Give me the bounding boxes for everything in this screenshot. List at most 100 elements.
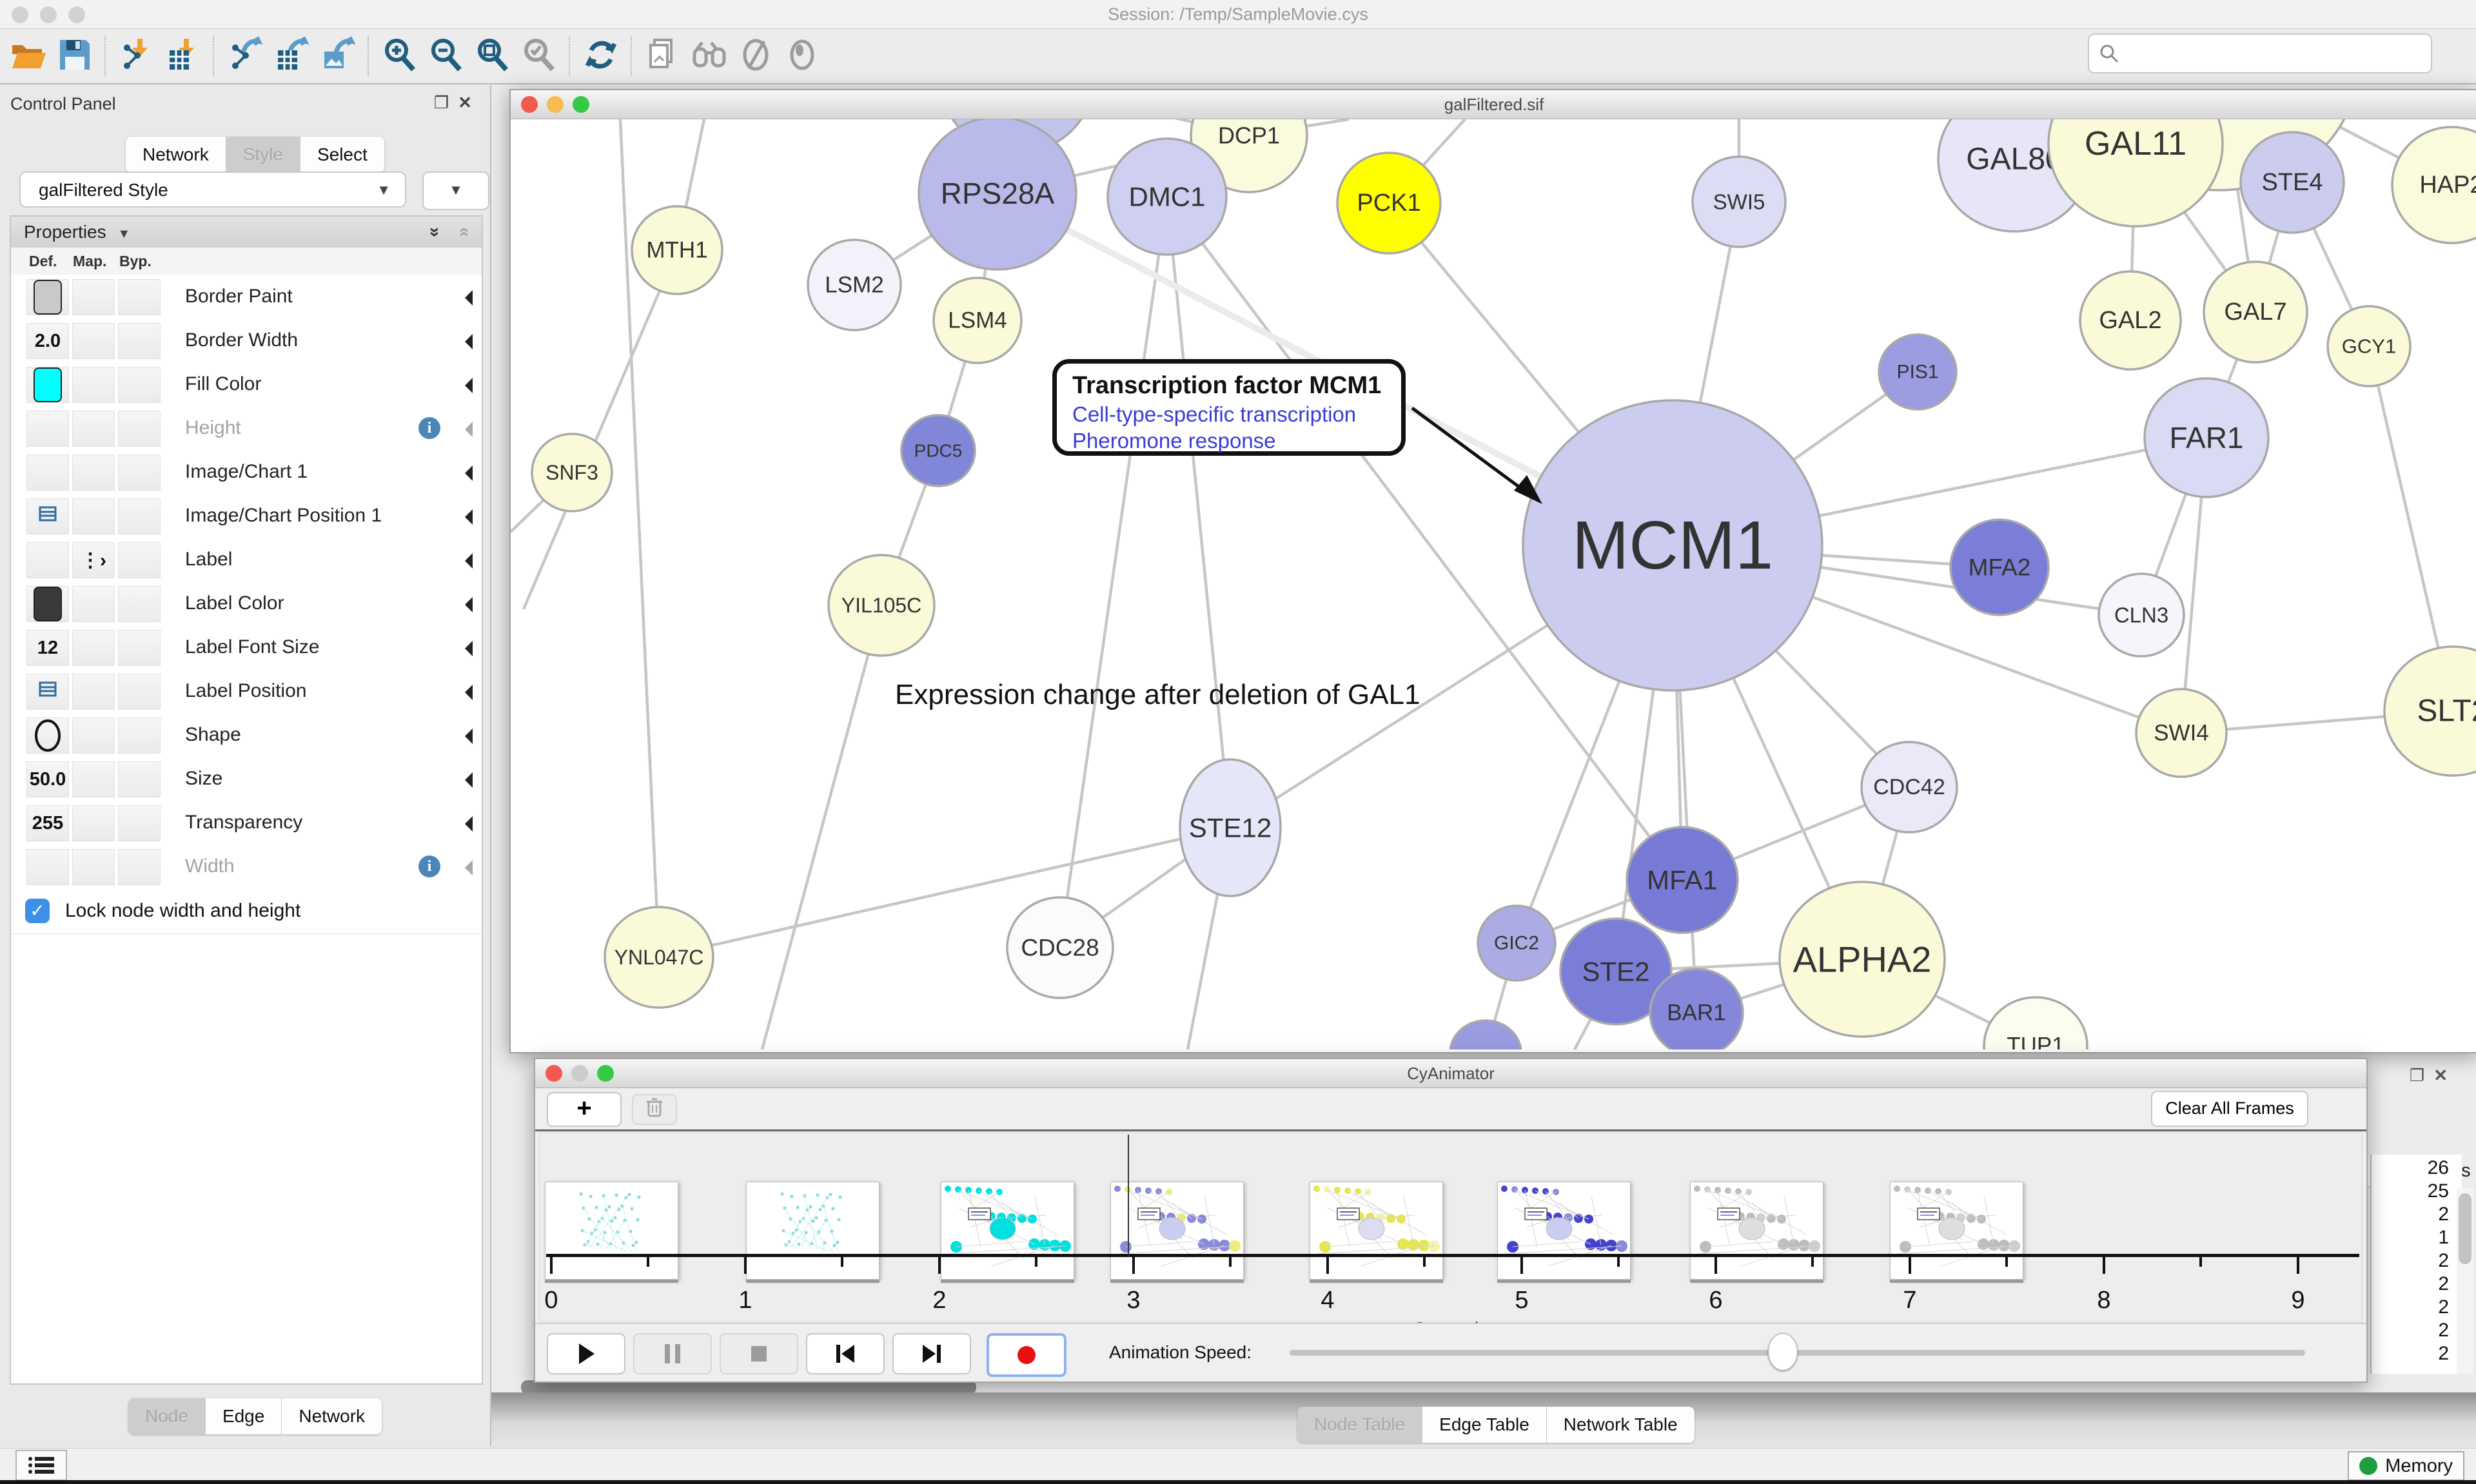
float-panel-icon[interactable]: ❐ (434, 93, 458, 112)
node-cln3[interactable]: CLN3 (2099, 574, 2184, 656)
expand-property-icon[interactable] (457, 597, 473, 612)
table-cell-ity[interactable]: 2 (2372, 1273, 2449, 1295)
close-panel-icon[interactable]: ✕ (458, 93, 481, 112)
property-row-size[interactable]: 50.0Size (11, 757, 482, 801)
property-row-image-chart-1[interactable]: Image/Chart 1 (11, 450, 482, 494)
search-network-button[interactable] (686, 33, 732, 79)
default-value-cell[interactable] (26, 718, 69, 754)
save-session-button[interactable] (52, 33, 98, 79)
node-lsm4[interactable]: LSM4 (934, 278, 1021, 363)
property-row-border-paint[interactable]: Border Paint (11, 275, 482, 319)
zoom-window-icon[interactable] (68, 6, 85, 23)
node-swi5[interactable]: SWI5 (1693, 157, 1785, 247)
delete-frame-button[interactable] (632, 1094, 677, 1125)
bypass-value-cell[interactable] (118, 630, 161, 666)
node-gic2[interactable]: GIC2 (1478, 906, 1555, 981)
node-pck1[interactable]: PCK1 (1337, 153, 1440, 253)
expand-property-icon[interactable] (457, 728, 473, 744)
frame-thumbnail-5[interactable] (1497, 1182, 1631, 1280)
annotation-link-2[interactable]: Pheromone response (1072, 427, 1401, 454)
show-all-button[interactable] (779, 33, 825, 79)
frame-thumbnail-1[interactable] (746, 1182, 879, 1280)
frame-thumbnail-2[interactable] (941, 1182, 1074, 1280)
expand-property-icon[interactable] (457, 685, 473, 700)
close-window-icon[interactable] (12, 6, 28, 23)
table-scrollbar-thumb[interactable] (2459, 1193, 2471, 1264)
default-value-cell[interactable]: 12 (26, 630, 69, 666)
property-row-label-font-size[interactable]: 12Label Font Size (11, 625, 482, 670)
bypass-value-cell[interactable] (118, 674, 161, 710)
expand-property-icon[interactable] (457, 465, 473, 481)
frame-thumbnail-0[interactable] (545, 1182, 678, 1280)
mapping-value-cell[interactable] (72, 279, 115, 315)
node-ynl047c[interactable]: YNL047C (605, 907, 713, 1008)
bypass-value-cell[interactable] (118, 279, 161, 315)
memory-button[interactable]: Memory (2348, 1451, 2464, 1481)
skip-to-start-button[interactable] (806, 1333, 885, 1374)
cyanimator-titlebar[interactable]: CyAnimator (535, 1059, 2366, 1088)
node-gal7[interactable]: GAL7 (2204, 262, 2307, 362)
mapping-value-cell[interactable] (72, 630, 115, 666)
expand-property-icon[interactable] (457, 334, 473, 349)
minimize-cyanimator-icon[interactable] (571, 1065, 588, 1082)
network-canvas[interactable]: DCP1RPS28ADMC1PCK1SWI5GAL80GAL11STE4HAP2… (511, 119, 2476, 1050)
zoom-cyanimator-icon[interactable] (597, 1065, 614, 1082)
property-row-width[interactable]: Widthi (11, 845, 482, 889)
node-dmc1[interactable]: DMC1 (1108, 139, 1226, 255)
pause-button[interactable] (633, 1333, 712, 1374)
style-select[interactable]: galFiltered Style ▼ (19, 171, 406, 208)
duplicate-network-button[interactable] (640, 33, 686, 79)
mapping-value-cell[interactable] (72, 718, 115, 754)
tab-node[interactable]: Node (128, 1398, 206, 1434)
add-frame-button[interactable]: + (547, 1092, 622, 1127)
node-yil105c[interactable]: YIL105C (829, 555, 934, 656)
export-image-button[interactable] (315, 33, 361, 79)
property-row-image-chart-position-1[interactable]: Image/Chart Position 1 (11, 494, 482, 538)
node-swi4[interactable]: SWI4 (2136, 689, 2226, 777)
node-bar1[interactable]: BAR1 (1650, 969, 1743, 1050)
tab-select[interactable]: Select (300, 137, 384, 173)
tab-edge-table[interactable]: Edge Table (1422, 1407, 1547, 1443)
default-value-cell[interactable] (26, 454, 69, 491)
mapping-value-cell[interactable] (72, 805, 115, 841)
tab-network[interactable]: Network (126, 137, 226, 173)
zoom-fit-button[interactable] (469, 33, 516, 79)
node-mfa1[interactable]: MFA1 (1627, 827, 1738, 933)
info-icon[interactable]: i (418, 417, 440, 439)
property-row-transparency[interactable]: 255Transparency (11, 801, 482, 845)
property-row-border-width[interactable]: 2.0Border Width (11, 318, 482, 363)
node-hap2[interactable]: HAP2 (2392, 127, 2476, 243)
default-value-cell[interactable] (26, 849, 69, 885)
table-cell-ity[interactable]: 2 (2372, 1204, 2449, 1225)
bypass-value-cell[interactable] (118, 498, 161, 534)
node-tup1[interactable]: TUP1 (1984, 997, 2087, 1050)
bypass-value-cell[interactable] (118, 367, 161, 403)
bypass-value-cell[interactable] (118, 323, 161, 359)
property-row-shape[interactable]: Shape (11, 713, 482, 757)
import-network-button[interactable] (113, 33, 160, 79)
expand-all-icon[interactable]: » (420, 227, 451, 237)
node-mfa2[interactable]: MFA2 (1950, 520, 2049, 615)
node-snf3[interactable]: SNF3 (532, 434, 612, 511)
bypass-value-cell[interactable] (118, 542, 161, 578)
tab-network-table[interactable]: Network Table (1547, 1407, 1695, 1443)
bypass-value-cell[interactable] (118, 411, 161, 447)
stop-button[interactable] (720, 1333, 798, 1374)
mapping-value-cell[interactable] (72, 849, 115, 885)
node-rps28a[interactable]: RPS28A (919, 119, 1076, 269)
node-pis1[interactable]: PIS1 (1879, 335, 1956, 409)
node-alpha2[interactable]: ALPHA2 (1780, 882, 1945, 1037)
expand-property-icon[interactable] (457, 816, 473, 832)
default-value-cell[interactable]: 2.0 (26, 323, 69, 359)
zoom-network-icon[interactable] (573, 96, 589, 113)
tab-style[interactable]: Style (226, 137, 300, 173)
table-cell-ity[interactable]: 1 (2372, 1227, 2449, 1249)
mapping-value-cell[interactable] (72, 498, 115, 534)
node-gal2[interactable]: GAL2 (2080, 271, 2181, 369)
node-slt2[interactable]: SLT2 (2384, 647, 2476, 776)
expand-property-icon[interactable] (457, 860, 473, 875)
node-ste12[interactable]: STE12 (1180, 759, 1281, 896)
table-cell-ity[interactable]: 2 (2372, 1296, 2449, 1318)
mapping-value-cell[interactable] (72, 323, 115, 359)
property-row-label[interactable]: ⋮›Label (11, 538, 482, 582)
